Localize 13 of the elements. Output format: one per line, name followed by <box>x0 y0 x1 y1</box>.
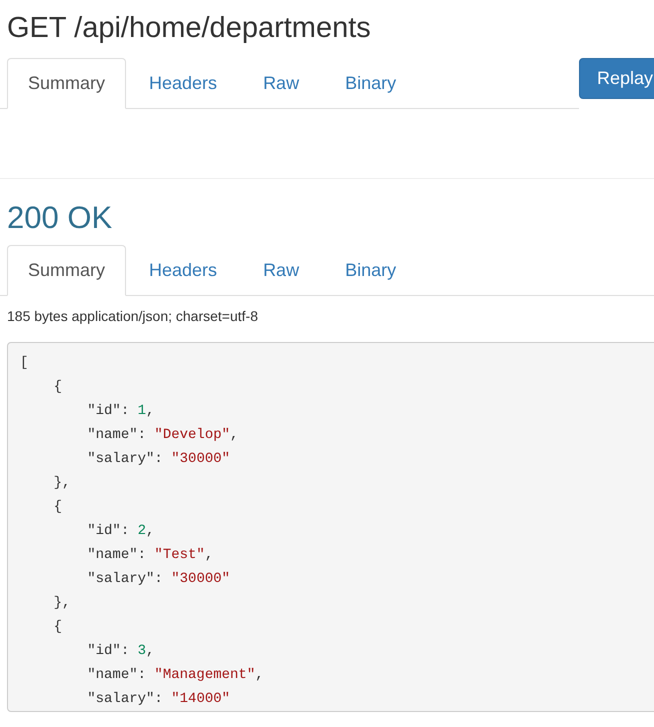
tab[interactable]: Raw <box>240 58 322 109</box>
request-title: GET /api/home/departments <box>6 11 372 46</box>
response-body: [ { "id": 1, "name": "Develop", "salary": "30000" }, { "id": 2, "name": "Test", "salary": "30000" }, { "id": 3, "name": "Management", "salary": "14000" <box>7 342 654 712</box>
tab[interactable]: Summary <box>7 58 126 109</box>
tab[interactable]: Raw <box>240 245 322 296</box>
response-status: 200 OK <box>6 199 114 237</box>
content-info: 185 bytes application/json; charset=utf-8 <box>6 307 259 326</box>
tab[interactable]: Binary <box>322 245 420 296</box>
replay-button[interactable]: Replay <box>578 58 654 99</box>
tab[interactable]: Summary <box>7 245 126 296</box>
tab[interactable]: Headers <box>126 58 240 109</box>
tab[interactable]: Binary <box>322 58 420 109</box>
tab[interactable]: Headers <box>126 245 240 296</box>
